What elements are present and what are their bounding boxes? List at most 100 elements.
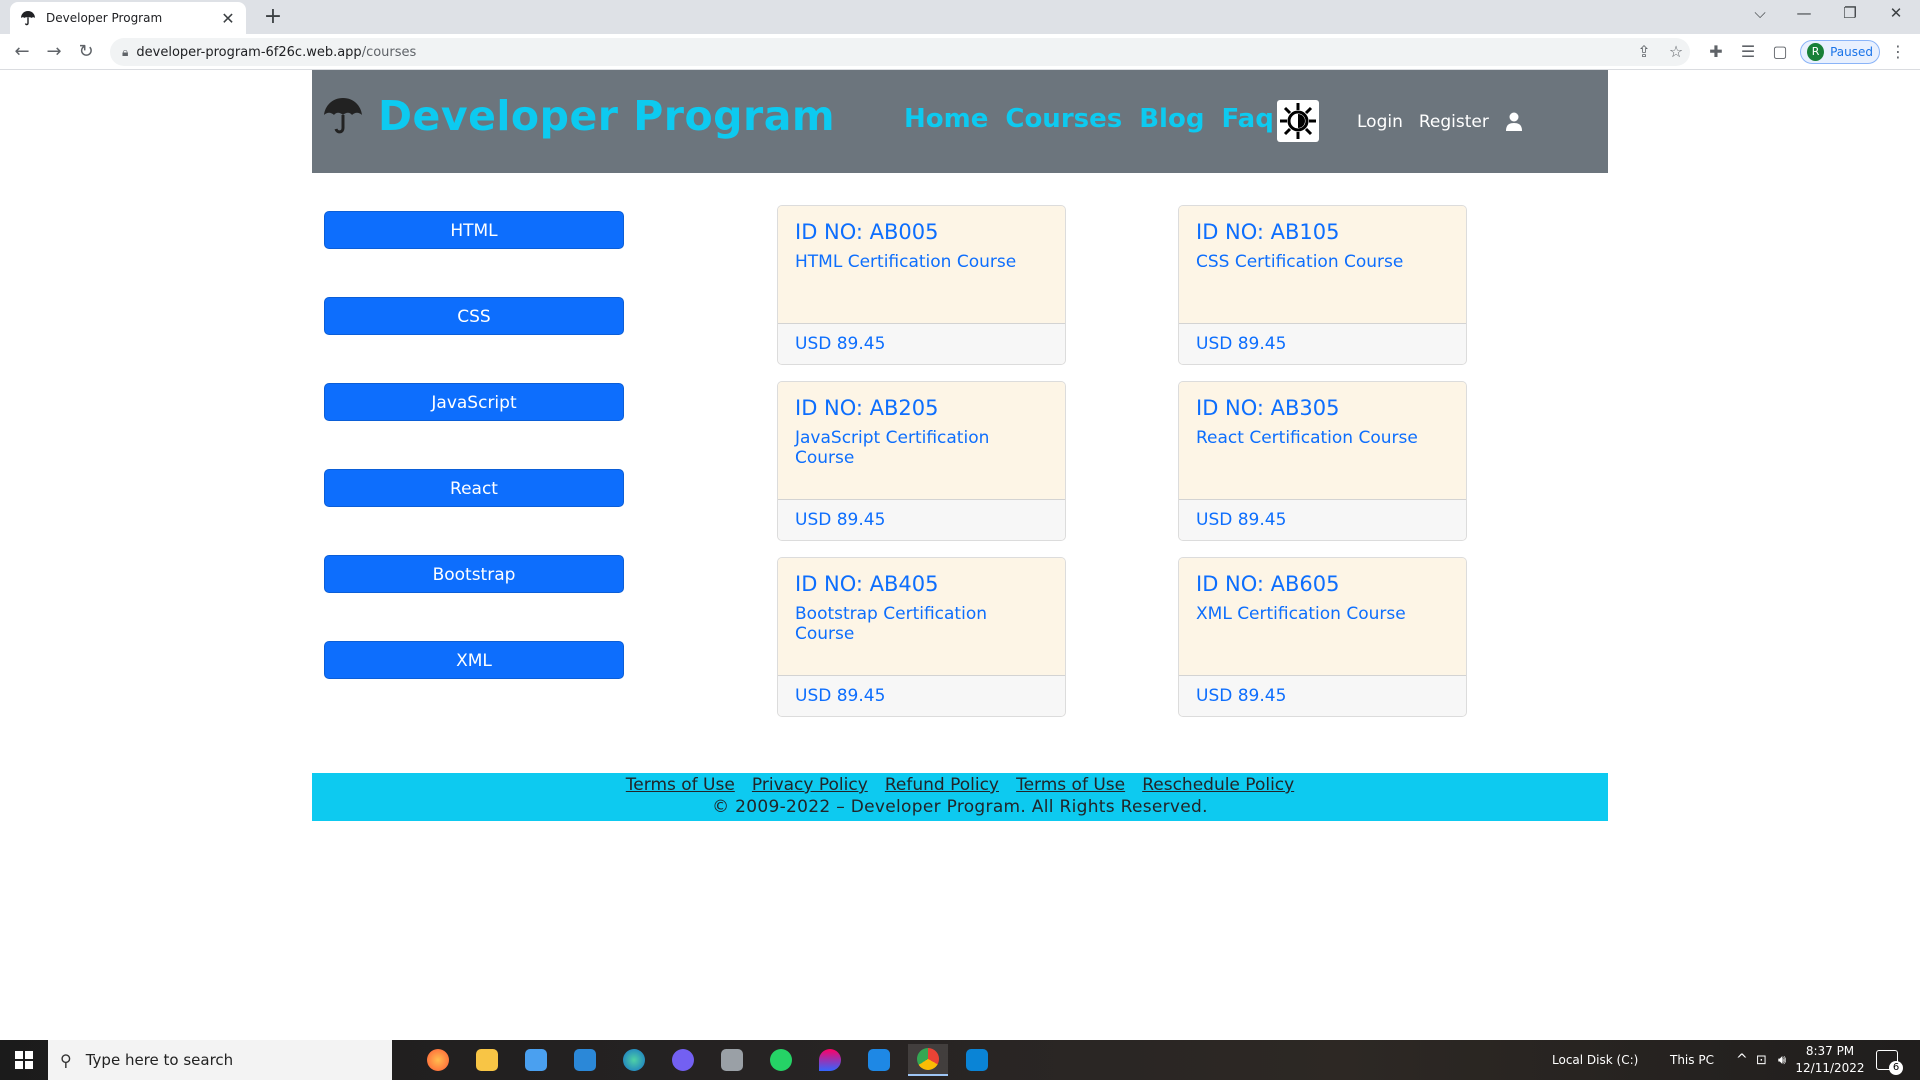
card-body: ID NO: AB005 HTML Certification Course <box>778 206 1065 324</box>
search-icon: ⚲ <box>60 1050 72 1070</box>
card-body: ID NO: AB405 Bootstrap Certification Cou… <box>778 558 1065 676</box>
course-name: HTML Certification Course <box>795 252 1017 272</box>
avatar: R <box>1807 43 1825 61</box>
category-javascript-button[interactable]: JavaScript <box>324 383 624 421</box>
back-icon[interactable]: ← <box>10 40 34 64</box>
category-html-button[interactable]: HTML <box>324 211 624 249</box>
whatsapp-icon[interactable] <box>761 1044 801 1076</box>
footer-terms-link[interactable]: Terms of Use <box>626 775 735 795</box>
user-icon[interactable] <box>1505 112 1523 132</box>
paint-icon[interactable] <box>810 1044 850 1076</box>
clock-date: 12/11/2022 <box>1795 1061 1865 1075</box>
tray-local-disk[interactable]: Local Disk (C:) <box>1552 1040 1638 1080</box>
footer-terms-link-2[interactable]: Terms of Use <box>1016 775 1125 795</box>
chrome-icon[interactable] <box>908 1044 948 1076</box>
theme-toggle-button[interactable] <box>1277 100 1319 142</box>
category-css-button[interactable]: CSS <box>324 297 624 335</box>
viber-icon[interactable] <box>663 1044 703 1076</box>
course-name: CSS Certification Course <box>1196 252 1404 272</box>
side-panel-icon[interactable]: ▢ <box>1768 42 1792 61</box>
course-card[interactable]: ID NO: AB305 React Certification Course … <box>1178 381 1467 541</box>
browser-tabbar: Developer Program ✕ + ⌵ — ❐ ✕ <box>0 0 1920 34</box>
course-card[interactable]: ID NO: AB005 HTML Certification Course U… <box>777 205 1066 365</box>
mail-icon[interactable] <box>565 1044 605 1076</box>
vscode-icon[interactable] <box>957 1044 997 1076</box>
category-bootstrap-button[interactable]: Bootstrap <box>324 555 624 593</box>
forward-icon[interactable]: → <box>42 40 66 64</box>
search-placeholder: Type here to search <box>85 1051 234 1069</box>
new-tab-button[interactable]: + <box>260 4 286 29</box>
chevron-up-icon[interactable]: ^ <box>1736 1040 1748 1080</box>
menu-kebab-icon[interactable]: ⋮ <box>1890 42 1906 61</box>
reload-icon[interactable]: ↻ <box>74 40 98 64</box>
windows-logo-icon <box>15 1051 33 1069</box>
footer-reschedule-link[interactable]: Reschedule Policy <box>1142 775 1294 795</box>
notification-icon[interactable]: 6 <box>1876 1050 1903 1075</box>
site-header: Developer Program Home Courses Blog Faq … <box>312 70 1608 173</box>
auth-links: Login Register <box>1357 112 1489 132</box>
card-body: ID NO: AB105 CSS Certification Course <box>1179 206 1466 324</box>
courses-content: HTML CSS JavaScript React Bootstrap XML … <box>312 173 1608 773</box>
start-button[interactable] <box>0 1040 48 1080</box>
course-card[interactable]: ID NO: AB205 JavaScript Certification Co… <box>777 381 1066 541</box>
card-body: ID NO: AB205 JavaScript Certification Co… <box>778 382 1065 500</box>
register-link[interactable]: Register <box>1419 112 1489 132</box>
url-text: developer-program-6f26c.web.app/courses <box>136 44 417 60</box>
course-id: ID NO: AB305 <box>1196 396 1340 420</box>
category-react-button[interactable]: React <box>324 469 624 507</box>
login-link[interactable]: Login <box>1357 112 1403 132</box>
footer-links: Terms of Use Privacy Policy Refund Polic… <box>312 773 1608 795</box>
reading-list-icon[interactable]: ☰ <box>1736 42 1760 61</box>
tab-title: Developer Program <box>46 11 163 25</box>
course-card[interactable]: ID NO: AB605 XML Certification Course US… <box>1178 557 1467 717</box>
clock-time: 8:37 PM <box>1805 1044 1855 1058</box>
course-price: USD 89.45 <box>1179 324 1466 364</box>
bookmark-star-icon[interactable]: ☆ <box>1664 42 1688 61</box>
photos-icon[interactable] <box>859 1044 899 1076</box>
footer-refund-link[interactable]: Refund Policy <box>885 775 999 795</box>
browser-tab[interactable]: Developer Program ✕ <box>10 2 246 34</box>
nav-courses-link[interactable]: Courses <box>1005 104 1122 134</box>
tray-this-pc[interactable]: This PC <box>1670 1040 1714 1080</box>
course-name: XML Certification Course <box>1196 604 1406 624</box>
close-tab-icon[interactable]: ✕ <box>220 9 236 28</box>
course-price: USD 89.45 <box>1179 500 1466 540</box>
course-name: React Certification Course <box>1196 428 1418 448</box>
share-icon[interactable]: ⇪ <box>1632 42 1656 61</box>
course-card[interactable]: ID NO: AB105 CSS Certification Course US… <box>1178 205 1467 365</box>
nav-home-link[interactable]: Home <box>904 104 988 134</box>
close-window-icon[interactable]: ✕ <box>1876 4 1916 22</box>
file-explorer-icon[interactable] <box>467 1044 507 1076</box>
site-footer: Terms of Use Privacy Policy Refund Polic… <box>312 773 1608 821</box>
windows-taskbar: ⚲ Type here to search Local Disk (C:) Th… <box>0 1040 1920 1080</box>
card-body: ID NO: AB605 XML Certification Course <box>1179 558 1466 676</box>
store-icon[interactable] <box>516 1044 556 1076</box>
network-icon[interactable]: ⊡ <box>1756 1040 1767 1080</box>
course-price: USD 89.45 <box>1179 676 1466 716</box>
clock[interactable]: 8:37 PM 12/11/2022 <box>1795 1043 1865 1077</box>
umbrella-favicon-icon <box>21 11 35 26</box>
profile-button[interactable]: R Paused <box>1800 40 1880 64</box>
footer-privacy-link[interactable]: Privacy Policy <box>752 775 868 795</box>
course-name: JavaScript Certification Course <box>795 428 990 468</box>
course-id: ID NO: AB605 <box>1196 572 1340 596</box>
brand-name: Developer Program <box>378 92 836 140</box>
nav-faq-link[interactable]: Faq <box>1221 104 1273 134</box>
edge-icon[interactable] <box>614 1044 654 1076</box>
camera-icon[interactable] <box>712 1044 752 1076</box>
extensions-icon[interactable]: ✚ <box>1704 42 1728 61</box>
course-price: USD 89.45 <box>778 500 1065 540</box>
lock-icon[interactable]: 🔒︎ <box>122 45 128 60</box>
taskbar-search-box[interactable]: ⚲ Type here to search <box>48 1040 392 1080</box>
brand[interactable]: Developer Program <box>322 92 835 140</box>
volume-icon[interactable]: 🔊︎ <box>1778 1040 1786 1080</box>
restore-icon[interactable]: ❐ <box>1830 4 1870 22</box>
course-card[interactable]: ID NO: AB405 Bootstrap Certification Cou… <box>777 557 1066 717</box>
minimize-icon[interactable]: — <box>1784 4 1824 22</box>
nav-blog-link[interactable]: Blog <box>1139 104 1204 134</box>
category-xml-button[interactable]: XML <box>324 641 624 679</box>
copyright-text: © 2009-2022 – Developer Program. All Rig… <box>712 797 1208 817</box>
firefox-icon[interactable] <box>418 1044 458 1076</box>
omnibox[interactable]: 🔒︎ developer-program-6f26c.web.app/cours… <box>110 38 1690 66</box>
tab-search-icon[interactable]: ⌵ <box>1740 4 1780 22</box>
